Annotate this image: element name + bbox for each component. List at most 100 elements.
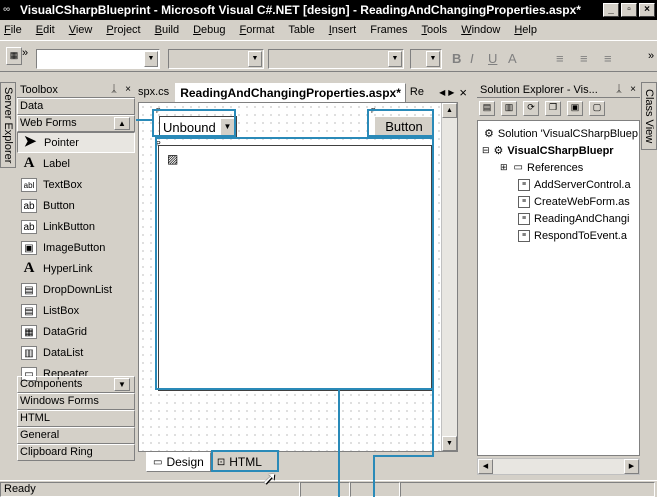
tree-file-node[interactable]: ≡ RespondToEvent.a	[478, 227, 639, 244]
tree-references-node[interactable]: ⊞ ▭ References	[478, 159, 639, 176]
align-right-button[interactable]: ≡	[604, 51, 612, 66]
restore-button[interactable]: ▫	[621, 3, 637, 17]
app-icon: ∞	[3, 4, 11, 15]
toolbox-item[interactable]: A Label	[17, 153, 135, 174]
solution-label: Solution 'VisualCSharpBluep	[497, 127, 638, 140]
file-label: AddServerControl.a	[534, 178, 631, 191]
pin-icon[interactable]: ᛣ	[612, 84, 626, 95]
class-view-tab[interactable]: Class View	[641, 82, 657, 150]
scroll-right-icon[interactable]: ▶	[624, 459, 639, 474]
bold-button[interactable]: B	[452, 51, 461, 66]
close-icon[interactable]: ×	[626, 84, 640, 95]
block-format-combo[interactable]: ▼	[36, 49, 160, 69]
menu-item[interactable]: Window	[461, 24, 500, 36]
minimize-button[interactable]: _	[603, 3, 619, 17]
color-combo[interactable]: ▼	[410, 49, 442, 69]
toolbox-category-label: General	[20, 429, 60, 441]
toolbox-category[interactable]: Components ▼	[17, 376, 135, 393]
pin-icon[interactable]: ᛣ	[107, 84, 121, 95]
align-center-button[interactable]: ≡	[580, 51, 588, 66]
toolbox-category[interactable]: Data	[17, 98, 135, 115]
toolbox-category[interactable]: HTML	[17, 410, 135, 427]
scroll-down-icon[interactable]: ▼	[114, 378, 130, 391]
chevron-down-icon: ▼	[144, 51, 158, 67]
tree-file-node[interactable]: ≡ ReadingAndChangi	[478, 210, 639, 227]
callout-line	[338, 390, 340, 497]
toolbox-category-label: HTML	[20, 412, 50, 424]
toolbox-category[interactable]: Clipboard Ring	[17, 444, 135, 461]
server-explorer-tab[interactable]: Server Explorer	[0, 82, 16, 168]
tab-prev-icon[interactable]: ◀	[439, 88, 445, 97]
toolbox-category[interactable]: Web Forms ▲	[17, 115, 135, 132]
vertical-scrollbar[interactable]: ▲ ▼	[441, 103, 457, 451]
close-icon[interactable]: ×	[121, 84, 135, 95]
tab-design[interactable]: ▭ Design	[146, 452, 211, 472]
toolbar-overflow-icon[interactable]: »	[22, 47, 28, 59]
scroll-left-icon[interactable]: ◀	[478, 459, 493, 474]
tree-file-node[interactable]: ≡ AddServerControl.a	[478, 176, 639, 193]
refresh-icon[interactable]: ⟳	[523, 101, 539, 116]
view-code-icon[interactable]: ▥	[501, 101, 517, 116]
toolbar-grid-button[interactable]: ▦	[6, 47, 22, 65]
menu-item[interactable]: Build	[155, 24, 179, 36]
menu-item[interactable]: Frames	[370, 24, 407, 36]
project-icon: ⚙	[493, 145, 504, 157]
font-name-combo[interactable]: ▼	[168, 49, 264, 69]
menu-item[interactable]: Help	[514, 24, 537, 36]
italic-button[interactable]: I	[470, 51, 474, 66]
menu-item[interactable]: Tools	[422, 24, 448, 36]
properties-icon[interactable]: ▣	[567, 101, 583, 116]
menu-item[interactable]: View	[69, 24, 93, 36]
underline-button[interactable]: U	[488, 51, 497, 66]
tree-file-node[interactable]: ≡ CreateWebForm.as	[478, 193, 639, 210]
toolbar-overflow-right-icon[interactable]: »	[648, 50, 654, 62]
menu-item[interactable]: File	[4, 24, 22, 36]
toolbox-item[interactable]: ▣ ImageButton	[17, 237, 135, 258]
tab-aspx-active[interactable]: ReadingAndChangingProperties.aspx*	[175, 82, 406, 102]
toolbox-item[interactable]: abl TextBox	[17, 174, 135, 195]
tree-solution-node[interactable]: ⚙ Solution 'VisualCSharpBluep	[478, 125, 639, 142]
collapse-icon: ⊟	[482, 145, 490, 155]
align-left-button[interactable]: ≡	[556, 51, 564, 66]
copy-project-icon[interactable]: ❐	[545, 101, 561, 116]
tab-overflow[interactable]: Re	[410, 86, 424, 98]
window-title: VisualCSharpBlueprint - Microsoft Visual…	[20, 3, 581, 17]
toolbox-item[interactable]: A HyperLink	[17, 258, 135, 279]
toolbox-item[interactable]: ▥ DataList	[17, 342, 135, 363]
scroll-up-icon[interactable]: ▲	[114, 117, 130, 130]
show-all-files-icon[interactable]: ▤	[479, 101, 495, 116]
chevron-down-icon: ▼	[426, 51, 440, 67]
scroll-up-icon[interactable]: ▲	[442, 103, 457, 118]
toolbox-category[interactable]: General	[17, 427, 135, 444]
close-button[interactable]: ×	[639, 3, 655, 17]
font-color-button[interactable]: A	[508, 51, 517, 66]
status-text: Ready	[0, 481, 300, 497]
toolbox-item[interactable]: ▤ ListBox	[17, 300, 135, 321]
tab-codebehind[interactable]: spx.cs	[138, 86, 169, 98]
toolbox-item[interactable]: ▤ DropDownList	[17, 279, 135, 300]
scroll-down-icon[interactable]: ▼	[442, 436, 457, 451]
toolbox-item[interactable]: ab Button	[17, 195, 135, 216]
font-size-combo[interactable]: ▼	[268, 49, 404, 69]
tab-next-icon[interactable]: ▶	[448, 88, 454, 97]
solution-tree[interactable]: ⚙ Solution 'VisualCSharpBluep ⊟ ⚙ Visual…	[477, 120, 640, 456]
menu-item[interactable]: Table	[288, 24, 314, 36]
menu-item[interactable]: Format	[240, 24, 275, 36]
toolbox-item[interactable]: ➤ Pointer	[17, 132, 135, 153]
tab-close-icon[interactable]: ×	[459, 85, 467, 100]
toolbox-item-label: ImageButton	[43, 241, 106, 254]
menu-item[interactable]: Edit	[36, 24, 55, 36]
menu-item[interactable]: Insert	[329, 24, 357, 36]
toolbox-item[interactable]: ▦ DataGrid	[17, 321, 135, 342]
design-view-icon: ▭	[153, 456, 163, 468]
horizontal-scrollbar[interactable]: ◀ ▶	[477, 458, 640, 475]
hyperlink-icon: A	[23, 259, 35, 276]
toolbox-item[interactable]: ab LinkButton	[17, 216, 135, 237]
tree-project-node[interactable]: ⊟ ⚙ VisualCSharpBluepr	[478, 142, 639, 159]
callout-line	[432, 137, 434, 457]
menu-item[interactable]: Project	[106, 24, 140, 36]
toolbox-category[interactable]: Windows Forms	[17, 393, 135, 410]
chevron-down-icon: ▼	[248, 51, 262, 67]
menu-item[interactable]: Debug	[193, 24, 225, 36]
view-designer-icon[interactable]: ▢	[589, 101, 605, 116]
